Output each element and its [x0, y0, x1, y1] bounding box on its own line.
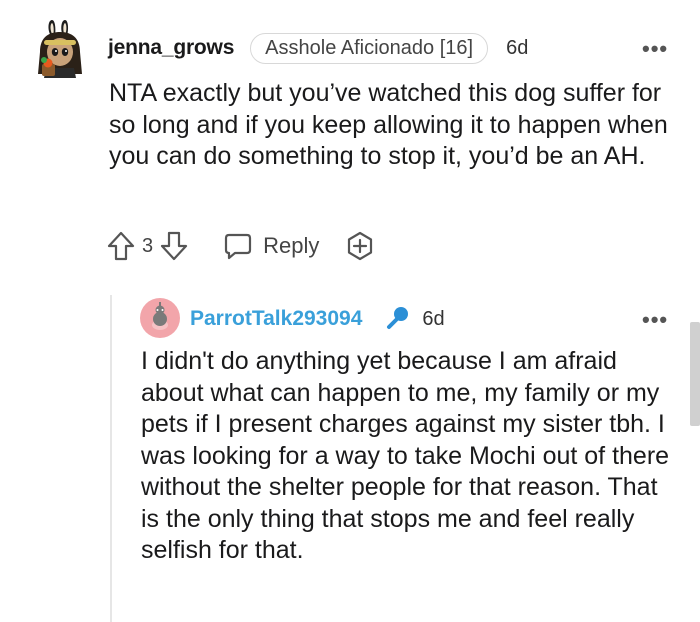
timestamp: 6d [506, 36, 529, 59]
reply-button[interactable]: Reply [223, 231, 319, 261]
scrollbar[interactable] [690, 322, 700, 426]
upvote-icon[interactable] [106, 230, 136, 262]
chat-bubble-icon [225, 233, 252, 260]
username[interactable]: ParrotTalk293094 [190, 307, 362, 331]
comment-header: jenna_grows Asshole Aficionado [16] 6d [108, 32, 528, 64]
comment-header: ParrotTalk293094 6d [190, 303, 445, 335]
top-comment: jenna_grows Asshole Aficionado [16] 6d •… [0, 0, 700, 280]
microphone-icon [387, 307, 409, 329]
user-flair: Asshole Aficionado [16] [250, 32, 489, 64]
reply-label: Reply [263, 233, 320, 258]
award-plus-icon[interactable] [345, 231, 375, 261]
thread-line[interactable] [110, 295, 112, 622]
timestamp: 6d [422, 307, 445, 330]
comment-body: I didn't do anything yet because I am af… [141, 347, 670, 564]
user-avatar[interactable] [32, 18, 88, 78]
downvote-icon[interactable] [159, 230, 189, 262]
vote-count: 3 [142, 234, 154, 257]
username[interactable]: jenna_grows [108, 36, 234, 60]
user-avatar[interactable] [140, 298, 180, 338]
comment-body: NTA exactly but you’ve watched this dog … [109, 79, 668, 170]
comment-actions: 3 Reply [106, 228, 375, 264]
more-options-icon[interactable]: ••• [642, 309, 668, 331]
more-options-icon[interactable]: ••• [642, 38, 668, 60]
